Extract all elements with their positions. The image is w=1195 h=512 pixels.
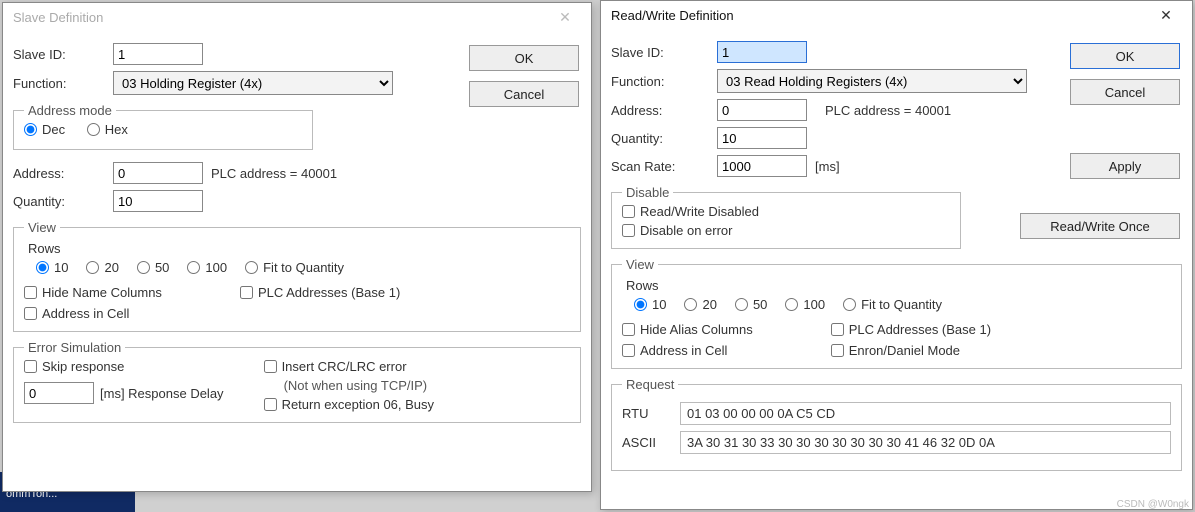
- insert-crc-error[interactable]: Insert CRC/LRC error: [264, 359, 434, 374]
- rows-50[interactable]: 50: [137, 260, 169, 275]
- read-write-once-button[interactable]: Read/Write Once: [1020, 213, 1180, 239]
- view-group: View Rows 10 20 50 100 Fit to Quantity H…: [13, 220, 581, 332]
- read-write-disabled[interactable]: Read/Write Disabled: [622, 204, 932, 219]
- quantity-input[interactable]: [717, 127, 807, 149]
- request-legend: Request: [622, 377, 678, 392]
- function-select[interactable]: 03 Read Holding Registers (4x): [717, 69, 1027, 93]
- plc-addresses-base1[interactable]: PLC Addresses (Base 1): [831, 322, 991, 337]
- skip-response[interactable]: Skip response: [24, 359, 206, 374]
- return-exception-06[interactable]: Return exception 06, Busy: [264, 397, 434, 412]
- hide-name-columns[interactable]: Hide Name Columns: [24, 285, 162, 300]
- rows-label: Rows: [28, 241, 570, 256]
- ascii-label: ASCII: [622, 435, 672, 450]
- scan-rate-unit: [ms]: [815, 159, 840, 174]
- crc-note: (Not when using TCP/IP): [284, 378, 452, 393]
- enron-daniel-mode[interactable]: Enron/Daniel Mode: [831, 343, 991, 358]
- slave-id-label: Slave ID:: [611, 45, 709, 60]
- address-label: Address:: [611, 103, 709, 118]
- ok-button[interactable]: OK: [1070, 43, 1180, 69]
- quantity-label: Quantity:: [611, 131, 709, 146]
- address-mode-legend: Address mode: [24, 103, 116, 118]
- rows-100[interactable]: 100: [785, 297, 825, 312]
- rows-50[interactable]: 50: [735, 297, 767, 312]
- address-mode-hex[interactable]: Hex: [87, 122, 128, 137]
- error-simulation-group: Error Simulation Skip response [ms] Resp…: [13, 340, 581, 423]
- view-legend: View: [622, 257, 658, 272]
- function-label: Function:: [611, 74, 709, 89]
- scan-rate-input[interactable]: [717, 155, 807, 177]
- view-group: View Rows 10 20 50 100 Fit to Quantity H…: [611, 257, 1182, 369]
- address-in-cell[interactable]: Address in Cell: [622, 343, 753, 358]
- apply-button[interactable]: Apply: [1070, 153, 1180, 179]
- response-delay-suffix: [ms] Response Delay: [100, 386, 224, 401]
- rows-fit[interactable]: Fit to Quantity: [843, 297, 942, 312]
- rtu-value: 01 03 00 00 00 0A C5 CD: [680, 402, 1171, 425]
- read-write-definition-dialog: Read/Write Definition ✕ OK Cancel Slave …: [600, 0, 1193, 510]
- slave-id-label: Slave ID:: [13, 47, 105, 62]
- quantity-label: Quantity:: [13, 194, 105, 209]
- ok-button[interactable]: OK: [469, 45, 579, 71]
- rows-20[interactable]: 20: [86, 260, 118, 275]
- address-input[interactable]: [113, 162, 203, 184]
- rows-100[interactable]: 100: [187, 260, 227, 275]
- disable-legend: Disable: [622, 185, 673, 200]
- rows-10[interactable]: 10: [634, 297, 666, 312]
- function-label: Function:: [13, 76, 105, 91]
- dialog-title: Read/Write Definition: [611, 8, 734, 23]
- address-label: Address:: [13, 166, 105, 181]
- close-icon[interactable]: ✕: [545, 9, 585, 26]
- error-simulation-legend: Error Simulation: [24, 340, 125, 355]
- titlebar: Slave Definition ✕: [3, 3, 591, 31]
- cancel-button[interactable]: Cancel: [469, 81, 579, 107]
- scan-rate-label: Scan Rate:: [611, 159, 709, 174]
- slave-definition-dialog: Slave Definition ✕ OK Cancel Slave ID: F…: [2, 2, 592, 492]
- ascii-value: 3A 30 31 30 33 30 30 30 30 30 30 30 41 4…: [680, 431, 1171, 454]
- view-legend: View: [24, 220, 60, 235]
- function-select[interactable]: 03 Holding Register (4x): [113, 71, 393, 95]
- hide-alias-columns[interactable]: Hide Alias Columns: [622, 322, 753, 337]
- address-mode-dec[interactable]: Dec: [24, 122, 65, 137]
- quantity-input[interactable]: [113, 190, 203, 212]
- request-group: Request RTU 01 03 00 00 00 0A C5 CD ASCI…: [611, 377, 1182, 471]
- watermark: CSDN @W0ngk: [1117, 499, 1189, 510]
- plc-address-hint: PLC address = 40001: [825, 103, 951, 118]
- dialog-title: Slave Definition: [13, 10, 103, 25]
- address-in-cell[interactable]: Address in Cell: [24, 306, 162, 321]
- plc-addresses-base1[interactable]: PLC Addresses (Base 1): [240, 285, 400, 300]
- slave-id-input[interactable]: [717, 41, 807, 63]
- plc-address-hint: PLC address = 40001: [211, 166, 337, 181]
- address-mode-group: Address mode Dec Hex: [13, 103, 313, 150]
- close-icon[interactable]: ✕: [1146, 7, 1186, 24]
- rows-fit[interactable]: Fit to Quantity: [245, 260, 344, 275]
- slave-id-input[interactable]: [113, 43, 203, 65]
- rows-10[interactable]: 10: [36, 260, 68, 275]
- disable-on-error[interactable]: Disable on error: [622, 223, 932, 238]
- cancel-button[interactable]: Cancel: [1070, 79, 1180, 105]
- rows-label: Rows: [626, 278, 1171, 293]
- rtu-label: RTU: [622, 406, 672, 421]
- titlebar: Read/Write Definition ✕: [601, 1, 1192, 29]
- disable-group: Disable Read/Write Disabled Disable on e…: [611, 185, 961, 249]
- response-delay-input[interactable]: [24, 382, 94, 404]
- address-input[interactable]: [717, 99, 807, 121]
- rows-20[interactable]: 20: [684, 297, 716, 312]
